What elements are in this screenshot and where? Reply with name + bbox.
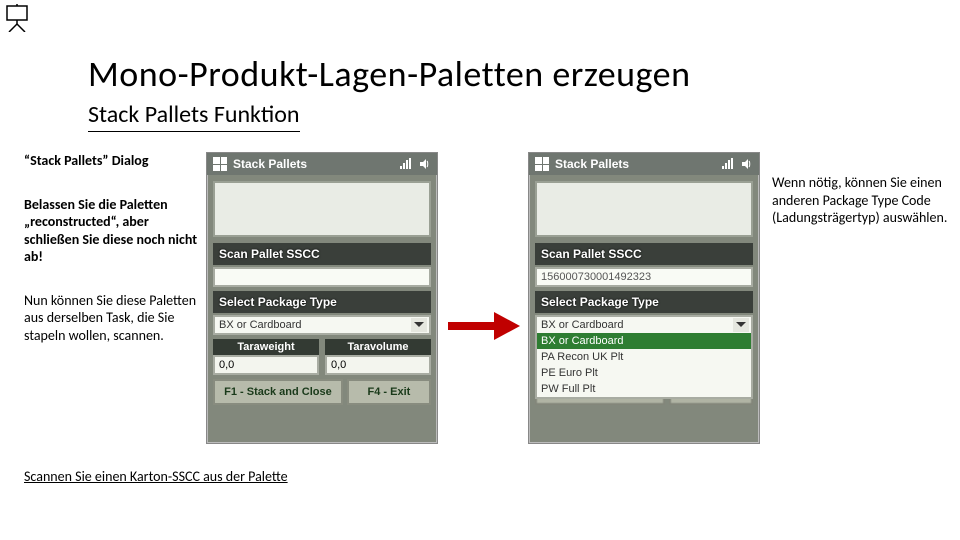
window-titlebar: Stack Pallets bbox=[207, 153, 437, 175]
label-taravolume: Taravolume bbox=[325, 339, 431, 355]
slide-title: Mono-Produkt-Lagen-Paletten erzeugen bbox=[88, 52, 691, 96]
label-select-package: Select Package Type bbox=[213, 291, 431, 313]
window-title: Stack Pallets bbox=[233, 157, 393, 171]
select-package-type[interactable]: BX or Cardboard BX or Cardboard PA Recon… bbox=[535, 315, 753, 335]
windows-start-icon[interactable] bbox=[213, 157, 227, 171]
volume-icon bbox=[419, 158, 431, 170]
arrow-right-icon bbox=[448, 312, 520, 340]
signal-icon bbox=[399, 158, 413, 170]
input-sscc[interactable]: 156000730001492323 bbox=[535, 267, 753, 287]
label-taraweight: Taraweight bbox=[213, 339, 319, 355]
message-box bbox=[535, 181, 753, 237]
left-text-column: “Stack Pallets” Dialog Belassen Sie die … bbox=[24, 152, 198, 370]
device-screenshot-right: Stack Pallets Scan Pallet SSCC 156000730… bbox=[528, 152, 760, 444]
chevron-down-icon[interactable] bbox=[733, 318, 749, 332]
para-reconstructed-note: Belassen Sie die Paletten „reconstructed… bbox=[24, 196, 198, 266]
dropdown-option[interactable]: PW Full Plt bbox=[537, 381, 751, 397]
message-box bbox=[213, 181, 431, 237]
slide-subtitle: Stack Pallets Funktion bbox=[88, 100, 300, 132]
easel-icon bbox=[4, 4, 30, 32]
dropdown-option[interactable]: PA Recon UK Plt bbox=[537, 349, 751, 365]
signal-icon bbox=[721, 158, 735, 170]
windows-start-icon[interactable] bbox=[535, 157, 549, 171]
window-title: Stack Pallets bbox=[555, 157, 715, 171]
select-value: BX or Cardboard bbox=[541, 319, 624, 331]
para-package-type-note: Wenn nötig, können Sie einen anderen Pac… bbox=[772, 174, 948, 227]
button-f4-exit[interactable]: F4 - Exit bbox=[347, 379, 431, 405]
bottom-instruction: Scannen Sie einen Karton-SSCC aus der Pa… bbox=[24, 468, 288, 485]
device-screenshot-left: Stack Pallets Scan Pallet SSCC Select Pa… bbox=[206, 152, 438, 444]
para-dialog-title: “Stack Pallets” Dialog bbox=[24, 152, 198, 170]
package-type-dropdown[interactable]: BX or Cardboard PA Recon UK Plt PE Euro … bbox=[535, 333, 753, 399]
dropdown-option[interactable]: BX or Cardboard bbox=[537, 333, 751, 349]
volume-icon bbox=[741, 158, 753, 170]
label-scan-sscc: Scan Pallet SSCC bbox=[213, 243, 431, 265]
input-taraweight[interactable]: 0,0 bbox=[213, 355, 319, 375]
label-select-package: Select Package Type bbox=[535, 291, 753, 313]
input-sscc[interactable] bbox=[213, 267, 431, 287]
select-value: BX or Cardboard bbox=[219, 319, 302, 331]
right-text-column: Wenn nötig, können Sie einen anderen Pac… bbox=[772, 174, 948, 227]
para-scan-instruction: Nun können Sie diese Paletten aus dersel… bbox=[24, 292, 198, 345]
window-titlebar: Stack Pallets bbox=[529, 153, 759, 175]
dropdown-option[interactable]: PE Euro Plt bbox=[537, 365, 751, 381]
label-scan-sscc: Scan Pallet SSCC bbox=[535, 243, 753, 265]
input-taravolume[interactable]: 0,0 bbox=[325, 355, 431, 375]
select-package-type[interactable]: BX or Cardboard bbox=[213, 315, 431, 335]
button-f1-stack-close[interactable]: F1 - Stack and Close bbox=[213, 379, 343, 405]
chevron-down-icon[interactable] bbox=[411, 318, 427, 332]
